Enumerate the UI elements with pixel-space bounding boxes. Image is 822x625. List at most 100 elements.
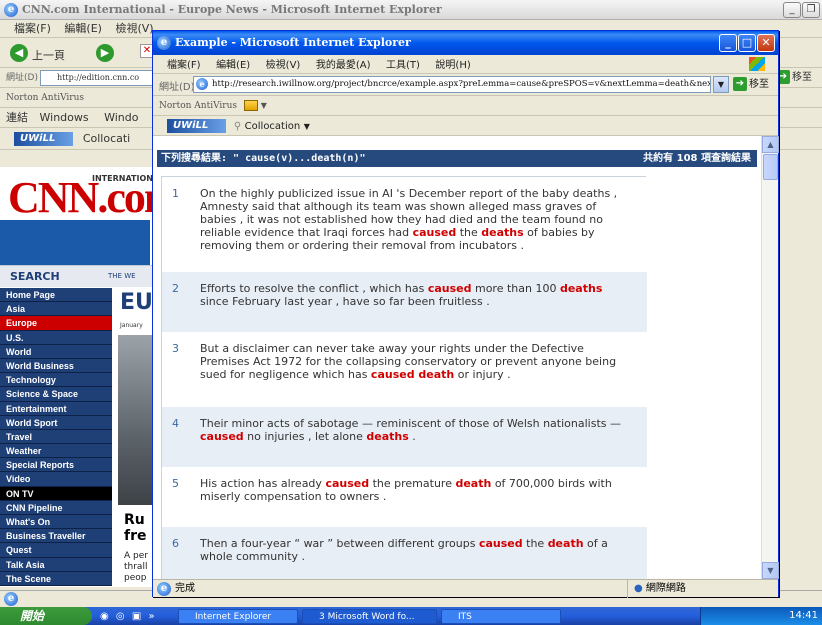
ie-status-icon: e: [157, 582, 171, 596]
result-number: 1: [172, 187, 179, 200]
highlighted-keyword: caused: [200, 430, 244, 443]
go-button[interactable]: ➔ 移至: [733, 76, 769, 93]
nav-item-weather[interactable]: Weather: [0, 444, 112, 459]
nav-item-entertainment[interactable]: Entertainment: [0, 401, 112, 416]
background-address-input[interactable]: http://edition.cnn.co: [40, 70, 155, 86]
sentence-text: the premature: [369, 477, 456, 490]
nav-item-asia[interactable]: Asia: [0, 302, 112, 317]
back-arrow-icon[interactable]: ◀: [10, 44, 28, 62]
example-window-titlebar[interactable]: e Example - Microsoft Internet Explorer …: [153, 31, 778, 55]
nav-item-world[interactable]: World: [0, 344, 112, 359]
status-text: 完成: [175, 583, 195, 594]
nav-item-the-scene[interactable]: The Scene: [0, 571, 112, 586]
nav-item-home[interactable]: Home Page: [0, 288, 112, 303]
ie-quicklaunch-icon[interactable]: ◉: [100, 611, 109, 622]
result-item: 5 His action has already caused the prema…: [162, 467, 647, 527]
restore-button[interactable]: ❐: [802, 2, 820, 18]
results-list: 1 On the highly publicized issue in AI 's…: [161, 176, 647, 579]
globe-icon: ●: [634, 583, 643, 594]
background-go-button[interactable]: ➔ 移至: [776, 70, 812, 86]
collocation-dropdown-icon[interactable]: ▼: [304, 122, 310, 131]
nav-item-business-traveller[interactable]: Business Traveller: [0, 529, 112, 544]
cnn-date: January: [120, 322, 143, 329]
vertical-scrollbar[interactable]: ▲ ▼: [761, 136, 779, 579]
norton-label[interactable]: Norton AntiVirus: [159, 101, 237, 111]
nav-item-special-reports[interactable]: Special Reports: [0, 458, 112, 473]
nav-item-talk-asia[interactable]: Talk Asia: [0, 557, 112, 572]
norton-label[interactable]: Norton AntiVirus: [6, 93, 84, 103]
background-window-titlebar[interactable]: e CNN.com International - Europe News - …: [0, 0, 822, 20]
nav-item-science-space[interactable]: Science & Space: [0, 387, 112, 402]
menu-view[interactable]: 檢視(V): [266, 60, 301, 71]
menu-file[interactable]: 檔案(F): [14, 22, 51, 35]
address-dropdown-arrow[interactable]: ▼: [713, 76, 729, 93]
menu-view[interactable]: 檢視(V): [115, 22, 153, 35]
maximize-button[interactable]: □: [738, 34, 756, 52]
nav-item-world-sport[interactable]: World Sport: [0, 415, 112, 430]
example-browser-window: e Example - Microsoft Internet Explorer …: [152, 30, 779, 598]
scroll-down-button[interactable]: ▼: [762, 562, 779, 579]
example-window-title: Example - Microsoft Internet Explorer: [175, 36, 411, 49]
menu-favorites[interactable]: 我的最愛(A): [316, 60, 371, 71]
menu-edit[interactable]: 編輯(E): [64, 22, 102, 35]
menu-bar: 檔案(F) 編輯(E) 檢視(V) 我的最愛(A) 工具(T) 說明(H): [153, 55, 778, 74]
scroll-thumb[interactable]: [763, 154, 778, 180]
cnn-story-headline-2[interactable]: fre: [124, 528, 147, 544]
back-button-label[interactable]: 上一頁: [32, 47, 65, 63]
nav-item-video[interactable]: Video: [0, 472, 112, 487]
collocation-menu[interactable]: Collocation: [245, 121, 301, 132]
address-input[interactable]: http://research.iwillnow.org/project/bnc…: [193, 76, 711, 93]
nav-item-world-business[interactable]: World Business: [0, 358, 112, 374]
sentence-text: .: [408, 430, 416, 443]
cnn-search-option[interactable]: THE WE: [108, 272, 136, 280]
nav-item-quest[interactable]: Quest: [0, 543, 112, 558]
clock[interactable]: 14:41: [789, 610, 818, 621]
scroll-up-button[interactable]: ▲: [762, 136, 779, 153]
task-internet-explorer[interactable]: Internet Explorer: [178, 609, 298, 624]
norton-toolbar: Norton AntiVirus ▼: [153, 96, 778, 116]
status-bar: e 完成 ● 網際網路: [153, 579, 778, 598]
highlighted-keyword: death: [455, 477, 492, 490]
task-microsoft-word[interactable]: 3 Microsoft Word fo...: [302, 609, 437, 624]
cnn-story-headline-1[interactable]: Ru: [124, 512, 145, 528]
highlighted-keyword: caused: [325, 477, 370, 490]
task-its-folder[interactable]: ITS: [441, 609, 561, 624]
collocation-button[interactable]: Collocati: [83, 132, 130, 145]
menu-tools[interactable]: 工具(T): [386, 60, 420, 71]
nav-item-europe[interactable]: Europe: [0, 316, 112, 331]
start-button[interactable]: 開始: [0, 607, 92, 625]
result-sentence: But a disclaimer can never take away you…: [200, 342, 632, 381]
result-sentence: On the highly publicized issue in AI 's …: [200, 187, 632, 252]
folder-quicklaunch-icon[interactable]: ▣: [132, 611, 141, 622]
nav-item-cnn-pipeline[interactable]: CNN Pipeline: [0, 500, 112, 515]
menu-edit[interactable]: 編輯(E): [216, 60, 250, 71]
cnn-nav-menu: Home Page Asia Europe U.S. World World B…: [0, 288, 112, 586]
uwill-logo[interactable]: UWiLL: [14, 132, 74, 146]
cnn-search-label: SEARCH: [10, 270, 60, 283]
menu-file[interactable]: 檔案(F): [167, 60, 201, 71]
nav-item-travel[interactable]: Travel: [0, 429, 112, 445]
ie-status-icon: e: [4, 592, 18, 606]
nav-item-whats-on[interactable]: What's On: [0, 515, 112, 530]
close-button[interactable]: ✕: [757, 34, 775, 52]
overflow-chevron-icon[interactable]: »: [148, 611, 154, 622]
cnn-section-headline: EU: [120, 290, 153, 315]
link-windows[interactable]: Windows: [40, 111, 89, 124]
sentence-text: no injuries , let alone: [243, 430, 367, 443]
nav-item-technology[interactable]: Technology: [0, 373, 112, 388]
outlook-quicklaunch-icon[interactable]: ◎: [116, 611, 125, 622]
link-windows-2[interactable]: Windo: [104, 111, 138, 124]
forward-arrow-icon[interactable]: ▶: [96, 44, 114, 62]
menu-help[interactable]: 說明(H): [435, 60, 470, 71]
norton-icon[interactable]: [243, 100, 258, 111]
uwill-logo[interactable]: UWiLL: [167, 119, 227, 133]
norton-dropdown-icon[interactable]: ▼: [261, 101, 267, 110]
cnn-story-photo[interactable]: [118, 335, 154, 505]
page-content: 下列搜尋結果: " cause(v)...death(n)" 共約有 108 項…: [153, 136, 761, 579]
quick-launch: ◉ ◎ ▣ »: [100, 609, 160, 624]
address-label: 網址(D): [6, 73, 38, 83]
nav-item-us[interactable]: U.S.: [0, 330, 112, 345]
story-line: peop: [124, 573, 147, 583]
minimize-button[interactable]: _: [783, 2, 801, 18]
minimize-button[interactable]: _: [719, 34, 737, 52]
